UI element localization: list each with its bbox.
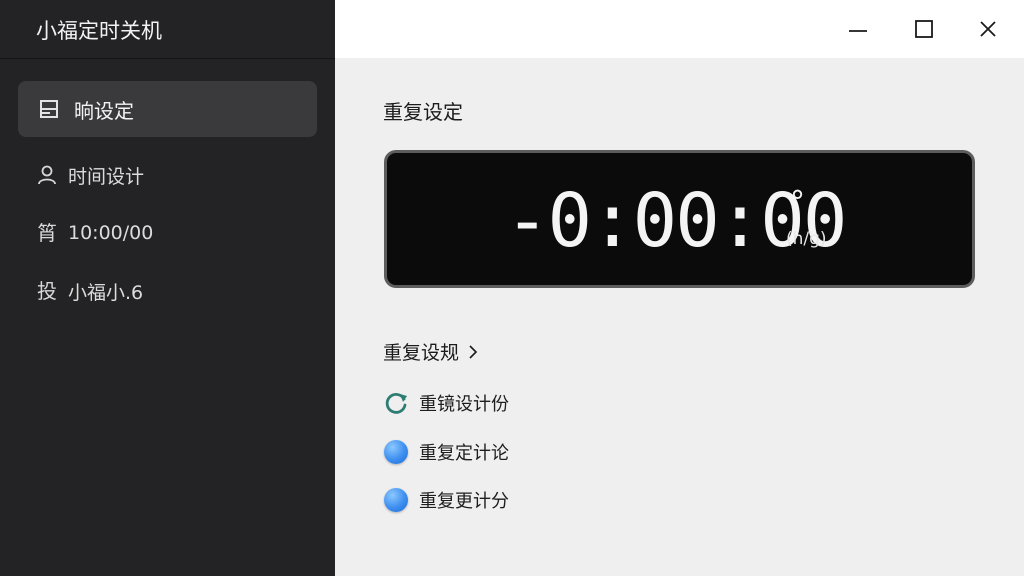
timer-display: -0:00:00 ° (h/g) (384, 150, 975, 288)
repeat-rules-link[interactable]: 重复设规 (383, 338, 479, 365)
repeat-rules-label: 重复设规 (383, 342, 460, 364)
sidebar-item-label: 时间设计 (68, 165, 145, 188)
sidebar-divider (0, 58, 335, 59)
chevron-right-icon (467, 343, 479, 361)
maximize-button[interactable] (909, 14, 939, 44)
option-label: 重镜设计份 (419, 394, 509, 415)
app-title: 小福定时关机 (36, 19, 162, 43)
app-window: 小福定时关机 晌设定 时间设计 筲 10:00/00 投 小福小.6 重复设定 … (0, 0, 1024, 576)
sidebar-item-schedule[interactable]: 晌设定 (18, 81, 317, 137)
option-label: 重复更计分 (419, 491, 509, 512)
main-panel: 重复设定 -0:00:00 ° (h/g) 重复设规 重镜设计份 重复定计论 重… (335, 0, 1024, 576)
blue-dot-icon (383, 439, 409, 465)
sidebar-item-label: 小福小.6 (68, 281, 144, 304)
sidebar-item-label: 10:00/00 (68, 222, 154, 244)
sidebar: 小福定时关机 晌设定 时间设计 筲 10:00/00 投 小福小.6 (0, 0, 335, 576)
calendar-icon (38, 98, 60, 120)
minimize-button[interactable] (843, 14, 873, 44)
minimize-icon (849, 30, 867, 32)
section-title: 重复设定 (383, 100, 463, 124)
blue-dot-icon (383, 487, 409, 513)
option-label: 重复定计论 (419, 443, 509, 464)
close-button[interactable] (973, 14, 1003, 44)
sidebar-item-time-design[interactable]: 时间设计 (18, 160, 317, 190)
maximize-icon (915, 20, 933, 38)
sidebar-item-profile[interactable]: 投 小福小.6 (18, 276, 317, 306)
sidebar-item-time[interactable]: 筲 10:00/00 (18, 218, 317, 248)
timer-unit: (h/g) (786, 229, 827, 249)
option-repeat-schedule[interactable]: 重复定计论 (383, 439, 509, 465)
refresh-icon (383, 390, 409, 416)
option-refresh[interactable]: 重镜设计份 (383, 390, 509, 416)
user-icon (36, 164, 58, 186)
sidebar-item-label: 晌设定 (74, 98, 134, 123)
timer-degree: ° (790, 185, 805, 220)
hand-glyph-icon: 投 (37, 279, 57, 303)
close-icon (980, 21, 996, 37)
option-repeat-update[interactable]: 重复更计分 (383, 487, 509, 513)
title-bar (335, 0, 1024, 58)
tube-glyph-icon: 筲 (37, 221, 57, 245)
